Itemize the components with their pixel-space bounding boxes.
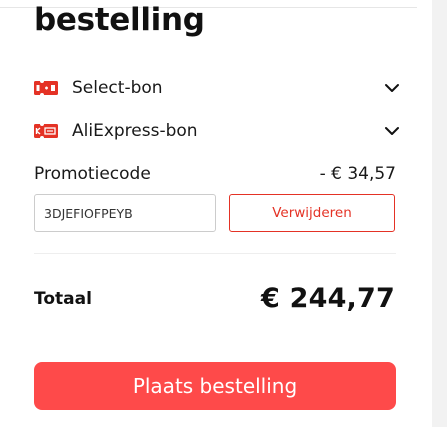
promo-discount-amount: - € 34,57 — [319, 164, 396, 184]
select-coupon-label: Select-bon — [72, 78, 163, 98]
total-divider — [34, 253, 396, 254]
aliexpress-coupon-row[interactable]: AliExpress-bon — [34, 117, 400, 145]
total-label: Totaal — [34, 289, 92, 309]
aliexpress-coupon-icon — [34, 124, 58, 138]
promo-code-label: Promotiecode — [34, 164, 151, 184]
scrollbar[interactable] — [432, 0, 447, 427]
select-coupon-row[interactable]: Select-bon — [34, 74, 400, 102]
select-coupon-icon — [34, 81, 58, 95]
promo-code-input[interactable] — [34, 194, 216, 232]
total-amount: € 244,77 — [261, 283, 395, 314]
promo-code-row: Promotiecode - € 34,57 — [34, 160, 396, 188]
aliexpress-coupon-label: AliExpress-bon — [72, 121, 198, 141]
chevron-down-icon[interactable] — [384, 80, 400, 96]
chevron-down-icon[interactable] — [384, 123, 400, 139]
place-order-button[interactable]: Plaats bestelling — [34, 362, 396, 410]
order-summary-panel: bestelling Select-bon AliExpress-bon Pro… — [0, 0, 447, 427]
remove-promo-button[interactable]: Verwijderen — [229, 194, 395, 232]
order-summary-heading: bestelling — [34, 2, 205, 38]
